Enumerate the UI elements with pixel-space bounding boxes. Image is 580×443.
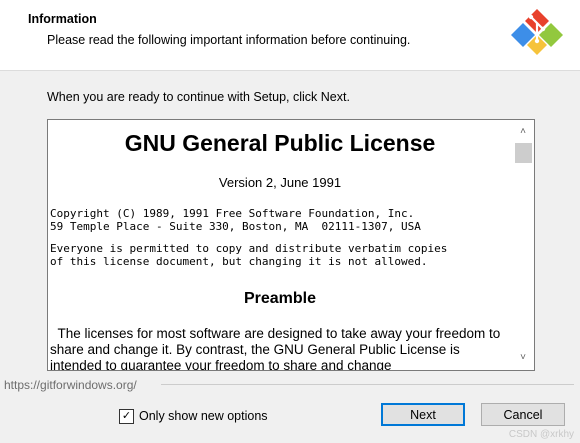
- permission-line: of this license document, but changing i…: [50, 254, 428, 268]
- wizard-header: Information Please read the following im…: [0, 0, 580, 71]
- page-title: Information: [28, 12, 97, 26]
- scroll-thumb[interactable]: [515, 143, 532, 163]
- only-new-options-checkbox[interactable]: ✓: [119, 408, 134, 424]
- address-line: 59 Temple Place - Suite 330, Boston, MA …: [50, 219, 421, 233]
- separator-line: [161, 384, 574, 385]
- scroll-up-icon[interactable]: ˄: [512, 122, 534, 142]
- only-new-options-option[interactable]: ✓ Only show new options: [119, 407, 268, 425]
- permission-line: Everyone is permitted to copy and distri…: [50, 242, 448, 255]
- copyright-notice: Copyright (C) 1989, 1991 Free Software F…: [50, 207, 421, 233]
- preamble-heading: Preamble: [243, 290, 317, 307]
- next-button[interactable]: Next: [381, 403, 465, 426]
- license-text-area[interactable]: GNU General Public License Version 2, Ju…: [47, 119, 535, 371]
- license-version: Version 2, June 1991: [218, 175, 342, 190]
- copyright-line: Copyright (C) 1989, 1991 Free Software F…: [50, 207, 415, 220]
- license-title: GNU General Public License: [124, 130, 436, 156]
- scroll-down-icon[interactable]: ˅: [512, 348, 534, 368]
- vertical-scrollbar[interactable]: ˄ ˅: [512, 120, 534, 370]
- homepage-url: https://gitforwindows.org/: [4, 378, 137, 392]
- instruction-text: When you are ready to continue with Setu…: [47, 90, 350, 104]
- license-document: GNU General Public License Version 2, Ju…: [48, 120, 512, 370]
- only-new-options-label[interactable]: Only show new options: [139, 409, 268, 423]
- watermark: CSDN @xrkhy: [508, 429, 574, 440]
- permission-notice: Everyone is permitted to copy and distri…: [50, 242, 448, 268]
- git-logo-icon: [511, 9, 563, 55]
- preamble-paragraph: The licenses for most software are desig…: [50, 326, 501, 370]
- cancel-button[interactable]: Cancel: [481, 403, 565, 426]
- page-subtitle: Please read the following important info…: [47, 33, 411, 47]
